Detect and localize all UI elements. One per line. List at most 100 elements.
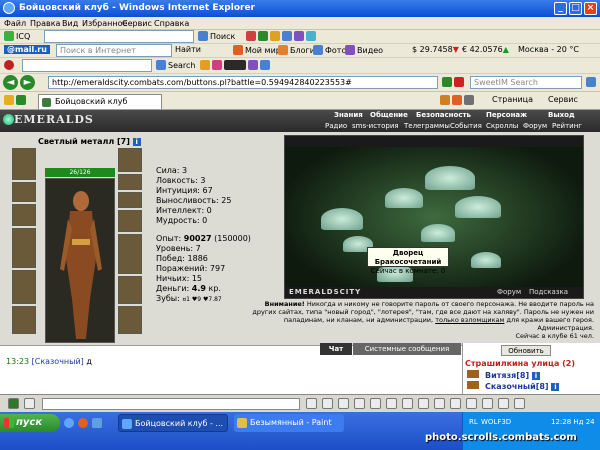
- action-icon[interactable]: [418, 398, 429, 409]
- minimize-button[interactable]: _: [554, 2, 567, 15]
- gloves-slot[interactable]: [118, 210, 142, 232]
- nav-rating[interactable]: Рейтинг: [552, 122, 582, 131]
- icq-button[interactable]: ICQ: [4, 31, 30, 41]
- toolbar3-search-button[interactable]: Search: [156, 60, 195, 70]
- shield-slot[interactable]: [118, 234, 142, 274]
- mailru-logo[interactable]: @mail.ru: [4, 45, 50, 54]
- nav-character[interactable]: Персонаж: [486, 111, 527, 121]
- ring-slot-3[interactable]: [118, 192, 142, 208]
- internet-search-input[interactable]: Поиск в Интернет: [56, 44, 172, 57]
- menu-tools[interactable]: Сервис: [122, 19, 152, 28]
- armor-slot[interactable]: [12, 270, 36, 304]
- video-button[interactable]: Видео: [345, 45, 383, 55]
- arrow-icon[interactable]: [8, 398, 19, 409]
- maximize-button[interactable]: □: [569, 2, 582, 15]
- menu-edit[interactable]: Правка: [30, 19, 60, 28]
- nav-security[interactable]: Безопасность: [416, 111, 471, 121]
- notice-link[interactable]: только взломщикам: [435, 316, 504, 324]
- tools-menu[interactable]: Сервис: [548, 95, 578, 104]
- find-button[interactable]: Найти: [175, 45, 201, 54]
- menu-file[interactable]: Файл: [4, 19, 26, 28]
- nav-sms-history[interactable]: sms-история: [352, 122, 399, 131]
- amulet-slot[interactable]: [12, 204, 36, 226]
- menu-help[interactable]: Справка: [154, 19, 189, 28]
- action-icon[interactable]: [434, 398, 445, 409]
- nav-radio[interactable]: Радио: [325, 122, 347, 131]
- belt-slot[interactable]: [12, 306, 36, 334]
- nav-telegrams[interactable]: Телеграммы: [404, 122, 450, 131]
- language-indicator[interactable]: RL: [469, 418, 478, 426]
- ring-slot[interactable]: [118, 148, 142, 172]
- nav-scrolls[interactable]: Скроллы: [486, 122, 518, 131]
- boots-slot[interactable]: [118, 306, 142, 334]
- tab-chat[interactable]: Чат: [320, 343, 352, 355]
- weapon-slot[interactable]: [12, 228, 36, 268]
- task-combats[interactable]: Бойцовский клуб - ...: [118, 414, 228, 432]
- city-map-view[interactable]: Дворец Бракосочетаний Сейчас в комнате: …: [284, 135, 584, 299]
- icq-search-button[interactable]: Поиск: [198, 31, 235, 41]
- action-icon[interactable]: [466, 398, 477, 409]
- action-icon[interactable]: [370, 398, 381, 409]
- action-icon[interactable]: [338, 398, 349, 409]
- building[interactable]: [385, 188, 423, 208]
- ie-quicklaunch-icon[interactable]: [64, 418, 74, 428]
- action-icon[interactable]: [322, 398, 333, 409]
- menu-favorites[interactable]: Избранное: [82, 19, 127, 28]
- helmet-slot[interactable]: [12, 148, 36, 180]
- refresh-button[interactable]: Обновить: [501, 345, 551, 356]
- close-button[interactable]: ×: [584, 2, 597, 15]
- menu-view[interactable]: Вид: [62, 19, 78, 28]
- forward-button[interactable]: ►: [20, 75, 35, 90]
- window-titlebar[interactable]: Бойцовский клуб - Windows Internet Explo…: [0, 0, 600, 17]
- tab-combats[interactable]: Бойцовский клуб: [38, 94, 162, 109]
- icq-search-input[interactable]: [44, 30, 194, 43]
- action-icon[interactable]: [482, 398, 493, 409]
- leggings-slot[interactable]: [118, 276, 142, 304]
- chat-input[interactable]: [42, 398, 300, 410]
- nav-knowledge[interactable]: Знания: [334, 111, 363, 121]
- photo-button[interactable]: Фото: [313, 45, 346, 55]
- toolbar-logo-icon[interactable]: [4, 60, 16, 70]
- nav-events[interactable]: События: [450, 122, 482, 131]
- action-icon[interactable]: [306, 398, 317, 409]
- character-avatar[interactable]: [45, 178, 115, 343]
- action-icon[interactable]: [402, 398, 413, 409]
- home-feed-print-icons[interactable]: [440, 95, 476, 105]
- ring-slot-2[interactable]: [118, 174, 142, 190]
- hint-link[interactable]: Подсказка: [529, 288, 568, 296]
- action-icon[interactable]: [386, 398, 397, 409]
- toolbar3-input[interactable]: [22, 59, 152, 72]
- desktop-quicklaunch-icon[interactable]: [92, 418, 102, 428]
- building[interactable]: [421, 224, 455, 242]
- url-field[interactable]: http://emeraldscity.combats.com/buttons.…: [48, 76, 438, 89]
- character-name[interactable]: Светлый металл [7] i: [38, 137, 141, 146]
- refresh-stop-buttons[interactable]: [442, 77, 466, 87]
- task-paint[interactable]: Безымянный - Paint: [234, 414, 344, 432]
- clock[interactable]: 12:28 Нд 24: [551, 418, 595, 426]
- blogs-button[interactable]: Блоги: [278, 45, 315, 55]
- forum-link[interactable]: Форум: [497, 288, 521, 296]
- player-list-item[interactable]: Сказочный[8] i: [467, 381, 560, 391]
- nav-communication[interactable]: Общение: [370, 111, 408, 121]
- info-icon[interactable]: i: [531, 372, 540, 380]
- back-button[interactable]: ◄: [3, 75, 18, 90]
- player-list-item[interactable]: Витязя[8] i: [467, 370, 540, 380]
- chat-sender[interactable]: [Сказочный]: [32, 357, 84, 366]
- my-world-button[interactable]: Мой мир: [233, 45, 281, 55]
- earring-slot[interactable]: [12, 182, 36, 202]
- sweetim-search-input[interactable]: SweetIM Search: [470, 76, 582, 89]
- tab-system-messages[interactable]: Системные сообщения: [353, 343, 461, 355]
- info-icon[interactable]: i: [132, 138, 141, 146]
- search-go-button[interactable]: [586, 77, 598, 87]
- action-icon[interactable]: [354, 398, 365, 409]
- info-icon[interactable]: i: [551, 383, 560, 391]
- nav-exit[interactable]: Выход: [548, 111, 575, 121]
- building[interactable]: [425, 166, 475, 190]
- building[interactable]: [471, 252, 501, 268]
- building[interactable]: [455, 196, 501, 218]
- favorites-star-icon[interactable]: [4, 95, 28, 105]
- action-icon[interactable]: [450, 398, 461, 409]
- firefox-quicklaunch-icon[interactable]: [78, 418, 88, 428]
- toolbar3-icons[interactable]: [200, 60, 272, 70]
- action-icon[interactable]: [514, 398, 525, 409]
